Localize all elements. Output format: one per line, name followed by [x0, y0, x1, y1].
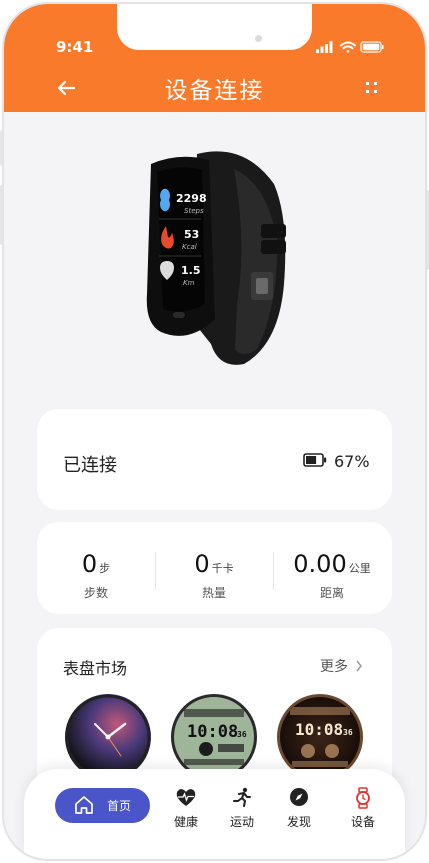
- market-more-label: 更多: [320, 659, 348, 675]
- stat-calories-value: 0: [194, 550, 210, 578]
- face3-time: 10:08: [295, 720, 343, 739]
- heart-pulse-icon: [176, 789, 196, 806]
- stat-distance-unit: 公里: [348, 562, 371, 575]
- connection-card: 已连接 67%: [37, 409, 392, 510]
- status-time: 9:41: [56, 38, 94, 56]
- face2-seconds: 36: [237, 730, 247, 739]
- camera-dot: [255, 35, 262, 42]
- stat-steps-unit: 步: [99, 562, 111, 575]
- market-more-link[interactable]: 更多: [320, 656, 363, 676]
- home-icon: [75, 796, 93, 814]
- bottom-tab-bar: 首页 健康 运动 发现 设备: [24, 769, 405, 859]
- band-distance-value: 1.5: [181, 264, 201, 277]
- stat-calories-label: 热量: [201, 586, 226, 600]
- stat-steps: 0步 步数: [37, 522, 155, 614]
- connection-status: 已连接: [63, 455, 117, 476]
- band-distance-unit: Km: [183, 279, 195, 287]
- tab-sport-label: 运动: [229, 815, 254, 829]
- face3-seconds: 36: [343, 728, 353, 737]
- watchface-analog[interactable]: [65, 694, 151, 780]
- side-button-right: [425, 190, 429, 270]
- stat-distance-value: 0.00: [293, 550, 347, 578]
- band-calories-unit: Kcal: [182, 243, 197, 251]
- chevron-right-icon: [356, 660, 363, 672]
- tab-device[interactable]: 设备: [338, 787, 388, 830]
- stat-steps-label: 步数: [83, 586, 108, 600]
- watch-icon: [356, 787, 370, 809]
- tab-home-label: 首页: [107, 799, 132, 813]
- status-icons: [316, 41, 384, 53]
- page-title: 设备连接: [164, 78, 265, 104]
- app-header: 9:41 设备连接: [4, 4, 425, 112]
- tab-health-label: 健康: [173, 815, 198, 829]
- tab-discover-label: 发现: [286, 815, 311, 829]
- stats-card: 0步 步数 0 千卡 热量 0.00 公里 距离: [37, 522, 392, 614]
- stat-steps-value: 0: [81, 550, 98, 578]
- band-steps-unit: Steps: [184, 207, 204, 215]
- face2-time: 10:08: [187, 722, 238, 742]
- wifi-icon: [340, 41, 356, 53]
- stat-calories-unit: 千卡: [211, 562, 234, 575]
- tab-home[interactable]: 首页: [55, 788, 150, 823]
- notch: [117, 4, 312, 50]
- running-icon: [233, 787, 251, 807]
- stat-distance: 0.00 公里 距离: [273, 522, 391, 614]
- compass-icon: [290, 788, 308, 806]
- watchface-digital-dark[interactable]: 10:08 36: [277, 694, 363, 780]
- grid-dots-icon[interactable]: [365, 81, 379, 95]
- analog-clock-icon: [65, 694, 151, 780]
- battery-percentage: 67%: [334, 452, 370, 471]
- phone-frame: 9:41 设备连接 2298 Steps 53 Kcal 1.5 Km 已连接 …: [4, 4, 425, 859]
- market-title: 表盘市场: [63, 659, 128, 678]
- watchface-digital-green[interactable]: 10:08 36: [171, 694, 257, 780]
- battery-icon: [303, 453, 327, 467]
- tab-sport[interactable]: 运动: [217, 787, 267, 830]
- digital-face-dark-graphic: 10:08 36: [290, 707, 353, 767]
- band-calories-value: 53: [184, 228, 199, 241]
- stat-distance-label: 距离: [319, 586, 344, 600]
- footsteps-icon: [160, 188, 170, 212]
- tab-discover[interactable]: 发现: [274, 787, 324, 830]
- tab-device-label: 设备: [350, 815, 375, 829]
- device-image: 2298 Steps 53 Kcal 1.5 Km: [146, 151, 286, 365]
- digital-face-graphic: 10:08 36: [184, 709, 247, 765]
- tab-health[interactable]: 健康: [161, 787, 211, 830]
- band-steps-value: 2298: [176, 192, 207, 205]
- signal-icon: [316, 41, 333, 53]
- stat-calories: 0 千卡 热量: [155, 522, 273, 614]
- battery-status-icon: [360, 41, 384, 53]
